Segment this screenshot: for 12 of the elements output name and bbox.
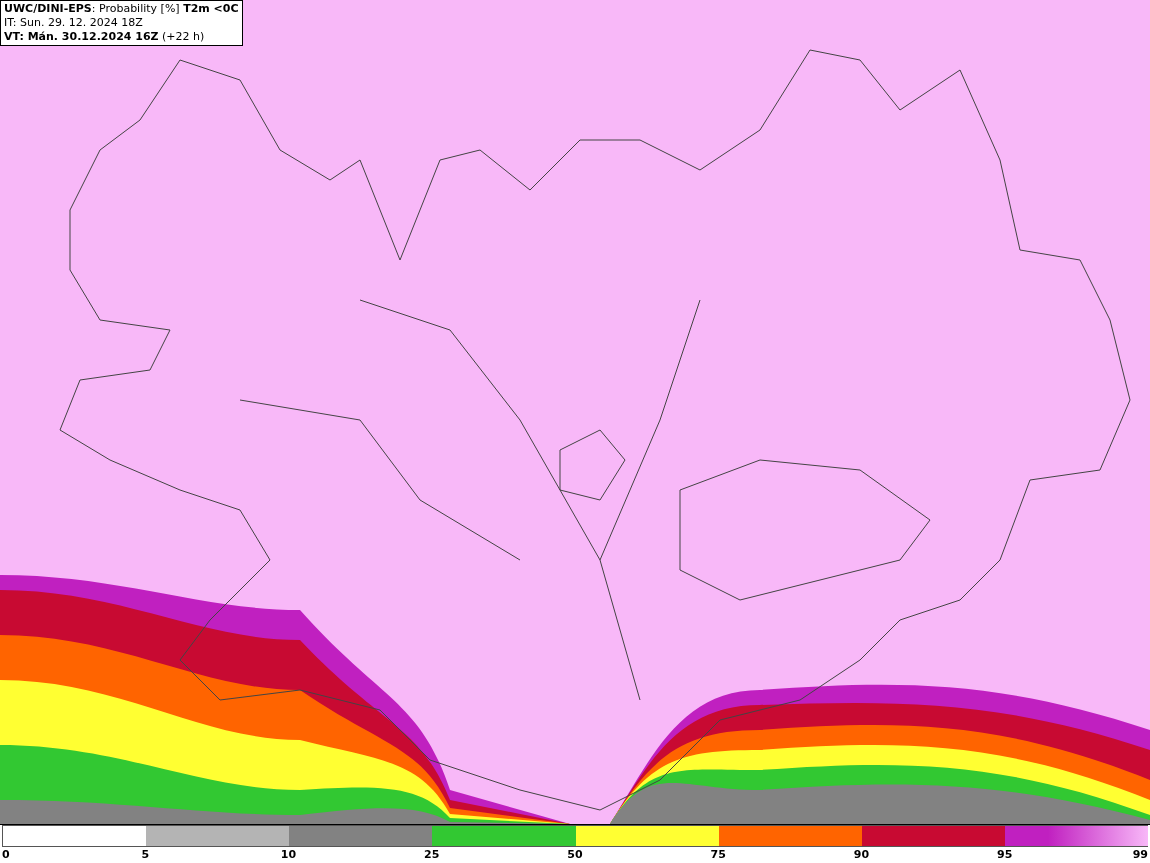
title-text: UWC/DINI-EPS: Probability [%] T2m <0C [4,2,239,16]
scale-label: 5 [141,848,150,861]
scale-label: 25 [424,848,440,861]
scale-label: 10 [280,848,297,861]
scale-label: 50 [567,848,583,861]
scale-label: 90 [853,848,870,861]
scale-label: 0 [2,848,10,861]
scale-label: 99 [1132,848,1148,861]
scale-label: 75 [710,848,726,861]
scale-label: 95 [997,848,1013,861]
title-text: VT: Mán. 30.12.2024 16Z (+22 h) [4,30,206,44]
title-text: IT: Sun. 29. 12. 2024 18Z [4,16,144,30]
